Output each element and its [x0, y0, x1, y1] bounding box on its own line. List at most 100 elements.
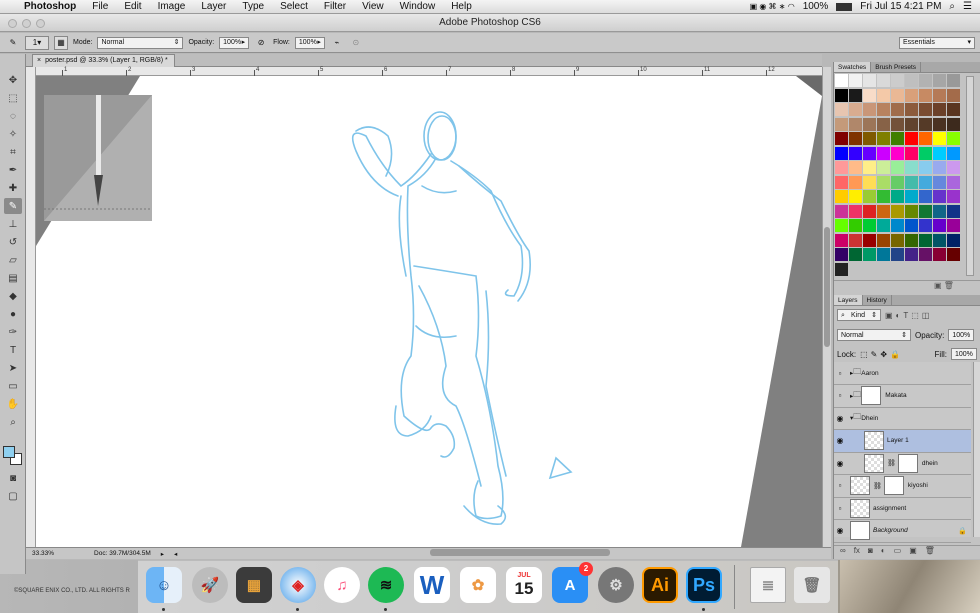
swatches-scrollbar[interactable]	[966, 76, 974, 276]
color-swatch[interactable]	[905, 190, 918, 203]
color-swatch[interactable]	[877, 88, 890, 102]
color-swatch[interactable]	[891, 233, 904, 247]
color-swatch[interactable]	[891, 117, 904, 131]
color-swatch[interactable]	[933, 146, 946, 160]
lasso-tool-icon[interactable]: ◌	[4, 108, 22, 124]
color-swatch[interactable]	[835, 74, 848, 87]
color-swatch[interactable]	[947, 190, 960, 203]
brush-tool-icon[interactable]: ✎	[4, 198, 22, 214]
filter-kind-select[interactable]: ⌕ Kind ⇕	[837, 309, 881, 321]
layer-thumbnail[interactable]	[864, 453, 884, 473]
color-swatch[interactable]	[947, 132, 960, 145]
color-swatch[interactable]	[919, 233, 932, 247]
quick-select-tool-icon[interactable]: ✧	[4, 126, 22, 142]
color-swatch[interactable]	[933, 74, 946, 87]
menu-layer[interactable]: Layer	[193, 1, 234, 12]
color-swatch[interactable]	[877, 74, 890, 87]
color-swatch[interactable]	[863, 233, 876, 247]
color-swatch[interactable]	[933, 161, 946, 174]
brush-tool-preset-icon[interactable]: ✎	[6, 36, 20, 50]
visibility-eye-icon[interactable]: ◉	[834, 436, 846, 445]
color-swatch[interactable]	[877, 175, 890, 189]
layers-scrollbar[interactable]	[973, 362, 980, 537]
color-swatch[interactable]	[835, 262, 848, 276]
color-swatch[interactable]	[905, 175, 918, 189]
color-swatch[interactable]	[933, 233, 946, 247]
layer-row[interactable]: ◉ Background 🔒	[834, 520, 971, 543]
zoom-level[interactable]: 33.33%	[32, 550, 54, 557]
new-group-icon[interactable]: ▭	[894, 546, 902, 559]
color-swatch[interactable]	[849, 117, 862, 131]
tab-brush-presets[interactable]: Brush Presets	[871, 62, 922, 72]
color-swatch[interactable]	[891, 248, 904, 261]
color-swatch[interactable]	[863, 190, 876, 203]
layer-style-icon[interactable]: fx	[854, 546, 860, 559]
color-swatch[interactable]	[919, 117, 932, 131]
color-swatch[interactable]	[891, 204, 904, 218]
color-swatch[interactable]	[891, 74, 904, 87]
history-brush-tool-icon[interactable]: ↺	[4, 234, 22, 250]
visibility-eye-icon[interactable]: ▫	[834, 369, 846, 378]
color-swatch[interactable]	[863, 161, 876, 174]
brush-panel-toggle-icon[interactable]: ▦	[54, 35, 68, 50]
fill-field[interactable]: 100%	[951, 348, 977, 360]
color-swatch[interactable]	[877, 146, 890, 160]
visibility-eye-icon[interactable]: ◉	[834, 526, 846, 535]
color-swatch[interactable]	[891, 219, 904, 232]
shape-tool-icon[interactable]: ▭	[4, 378, 22, 394]
color-swatch[interactable]	[877, 219, 890, 232]
lock-icons[interactable]: ⬚✎✥🔒	[860, 350, 903, 359]
color-swatch[interactable]	[891, 146, 904, 160]
pressure-size-icon[interactable]: ⊙	[349, 36, 363, 50]
layer-row[interactable]: ▫ ⛓ kiyoshi	[834, 475, 971, 498]
color-swatch[interactable]	[919, 146, 932, 160]
color-swatch[interactable]	[835, 161, 848, 174]
quick-mask-icon[interactable]: ◙	[4, 470, 22, 486]
color-swatch[interactable]	[849, 190, 862, 203]
visibility-eye-icon[interactable]: ▫	[834, 391, 846, 400]
color-swatch[interactable]	[905, 204, 918, 218]
link-layers-icon[interactable]: ∞	[840, 546, 846, 559]
color-swatch[interactable]	[849, 146, 862, 160]
layer-row[interactable]: ◉ Layer 1	[834, 429, 971, 453]
close-window-button[interactable]	[8, 19, 17, 28]
layer-mask-thumbnail[interactable]	[883, 476, 904, 495]
color-swatch[interactable]	[947, 117, 960, 131]
healing-tool-icon[interactable]: ✚	[4, 180, 22, 196]
color-swatch[interactable]	[919, 161, 932, 174]
color-swatch[interactable]	[863, 175, 876, 189]
type-tool-icon[interactable]: T	[4, 342, 22, 358]
menu-image[interactable]: Image	[150, 1, 194, 12]
visibility-eye-icon[interactable]: ▫	[834, 504, 846, 513]
color-swatch[interactable]	[905, 161, 918, 174]
color-swatch[interactable]	[905, 74, 918, 87]
color-swatch[interactable]	[849, 248, 862, 261]
color-swatch[interactable]	[933, 175, 946, 189]
color-swatch[interactable]	[835, 219, 848, 232]
color-swatch[interactable]	[877, 248, 890, 261]
illustrator-icon[interactable]: Ai	[642, 567, 678, 603]
battery-percent[interactable]: 100%	[803, 1, 829, 12]
color-swatch[interactable]	[891, 161, 904, 174]
color-swatch[interactable]	[947, 88, 960, 102]
color-swatch[interactable]	[863, 146, 876, 160]
delete-swatch-icon[interactable]: 🗑	[944, 281, 954, 290]
opacity-field[interactable]: 100% ▸	[219, 36, 250, 49]
color-swatch[interactable]	[919, 248, 932, 261]
zoom-tool-icon[interactable]: ⌕	[4, 414, 22, 430]
launchpad-icon[interactable]: 🚀	[192, 567, 228, 603]
move-tool-icon[interactable]: ✥	[4, 72, 22, 88]
menu-window[interactable]: Window	[392, 1, 444, 12]
menu-select[interactable]: Select	[272, 1, 316, 12]
color-swatch[interactable]	[905, 146, 918, 160]
color-swatch[interactable]	[863, 74, 876, 87]
color-swatch[interactable]	[863, 219, 876, 232]
color-swatch[interactable]	[863, 117, 876, 131]
color-swatch[interactable]	[933, 88, 946, 102]
vertical-scroll-thumb[interactable]	[824, 227, 830, 347]
clock[interactable]: Fri Jul 15 4:21 PM	[860, 1, 941, 12]
color-swatch[interactable]	[835, 103, 848, 116]
color-swatch[interactable]	[863, 248, 876, 261]
pressure-opacity-icon[interactable]: ⊘	[254, 36, 268, 50]
close-tab-icon[interactable]: ×	[37, 55, 41, 67]
